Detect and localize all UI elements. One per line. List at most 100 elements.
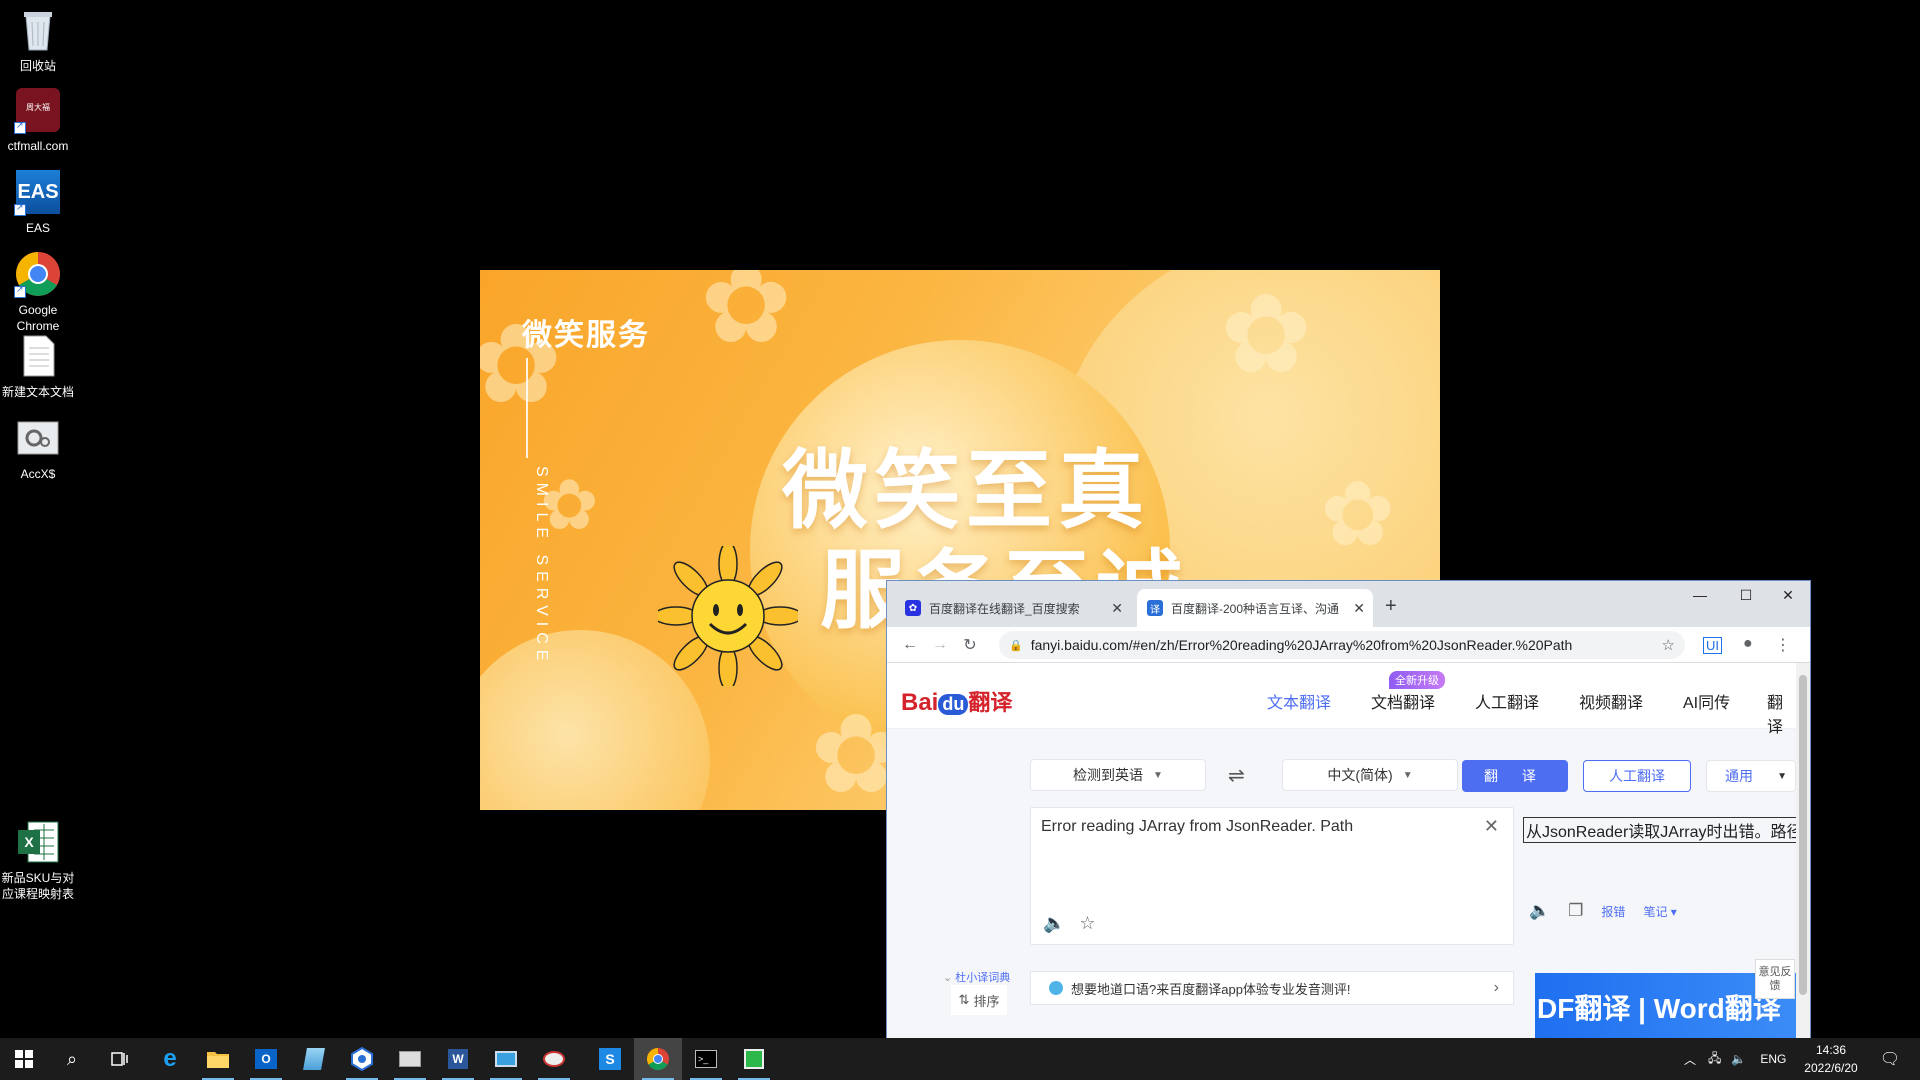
task-view-icon[interactable] [96,1038,144,1080]
desktop-icon-text-document[interactable]: 新建文本文档 [0,332,76,400]
network-app-icon[interactable] [338,1038,386,1080]
profile-icon[interactable]: ● [1743,635,1753,653]
chevron-up-icon[interactable]: ︿ [1684,1051,1696,1068]
clear-icon[interactable]: ✕ [1484,816,1499,837]
source-tools: 🔈 ☆ [1043,913,1096,934]
nav-text-translate[interactable]: 文本翻译 [1267,689,1331,713]
address-bar[interactable]: 🔒 fanyi.baidu.com/#en/zh/Error%20reading… [999,631,1685,659]
baidu-translate-logo[interactable]: Bai du 翻译 [901,685,1012,717]
chrome-icon [14,250,62,298]
notification-center-icon[interactable]: 🗨 [1866,1038,1914,1080]
maximize-button[interactable]: ☐ [1723,587,1769,604]
notes-link[interactable]: 笔记 ▾ [1643,903,1676,920]
lock-icon: 🔒 [1009,639,1023,652]
nav-video-translate[interactable]: 视频翻译 [1579,689,1643,713]
volume-icon[interactable]: 🔈 [1731,1052,1746,1066]
windows-start-icon[interactable] [0,1038,48,1080]
snipping-icon[interactable] [386,1038,434,1080]
system-clock[interactable]: 14:36 2022/6/20 [1796,1041,1866,1077]
logo-fy: 翻译 [968,690,1013,715]
new-tab-button[interactable]: + [1385,595,1397,618]
tab-baidu-search[interactable]: ✿ 百度翻译在线翻译_百度搜索 ✕ [895,589,1131,627]
svg-text:X: X [24,834,34,850]
desktop-icon-accx[interactable]: AccX$ [0,414,76,482]
domain-select[interactable]: 通用 ▼ [1706,760,1796,792]
domain-label: 通用 [1725,768,1753,784]
extension-icon[interactable]: UI [1703,637,1722,654]
poster-divider [526,358,528,458]
desktop-icon-recycle-bin[interactable]: 回收站 [0,6,76,74]
remote-desktop-icon[interactable] [482,1038,530,1080]
media-player-icon[interactable] [730,1038,778,1080]
desktop-icon-excel[interactable]: X 新品SKU与对应课程映射表 [0,818,76,902]
tab-strip: ✿ 百度翻译在线翻译_百度搜索 ✕ 译 百度翻译-200种语言互译、沟通 ✕ +… [887,581,1810,627]
page-scrollbar[interactable] [1796,663,1810,1039]
source-language-label: 检测到英语 [1073,767,1144,783]
close-tab-icon[interactable]: ✕ [1111,600,1123,617]
flower-decoration-icon: ✿ [1220,273,1313,396]
terminal-icon[interactable]: >_ [682,1038,730,1080]
report-error-link[interactable]: 报错 [1601,903,1625,920]
system-tray: ︿ 🖧 🔈 ENG [1684,1038,1786,1080]
target-language-select[interactable]: 中文(简体) ▼ [1282,759,1458,791]
network-icon[interactable]: 🖧 [1708,1049,1721,1070]
flower-decoration-icon: ✿ [1320,465,1396,565]
input-language-indicator[interactable]: ENG [1760,1052,1786,1066]
desktop-icon-ctfmall[interactable]: 周大福 ctfmall.com [0,86,76,154]
nav-human-translate[interactable]: 人工翻译 [1475,689,1539,713]
human-translate-button[interactable]: 人工翻译 [1583,760,1691,792]
back-icon[interactable]: ← [895,636,925,654]
notepad-icon[interactable] [290,1038,338,1080]
speaker-icon[interactable]: 🔈 [1043,913,1065,934]
tab-baidu-translate[interactable]: 译 百度翻译-200种语言互译、沟通 ✕ [1137,589,1373,627]
promo-text: 想要地道口语?来百度翻译app体验专业发音测评! [1071,981,1351,997]
promo-bar[interactable]: 想要地道口语?来百度翻译app体验专业发音测评! › [1030,971,1514,1005]
close-window-button[interactable]: ✕ [1765,587,1810,604]
translate-button[interactable]: 翻 译 [1462,760,1568,792]
copy-icon[interactable]: ❐ [1568,901,1583,921]
chrome-window[interactable]: ✿ 百度翻译在线翻译_百度搜索 ✕ 译 百度翻译-200种语言互译、沟通 ✕ +… [886,580,1811,1040]
forward-icon[interactable]: → [925,636,955,654]
source-language-select[interactable]: 检测到英语 ▼ [1030,759,1206,791]
nav-more[interactable]: 翻译 [1767,689,1797,737]
favorite-star-icon[interactable]: ☆ [1079,913,1095,934]
speaker-icon[interactable]: 🔈 [1529,901,1550,921]
ie-icon[interactable]: e [146,1038,194,1080]
s-app-icon[interactable]: S [586,1038,634,1080]
nav-doc-translate[interactable]: 文档翻译 [1371,689,1435,713]
reload-icon[interactable]: ↻ [955,635,985,655]
chevron-down-icon: ▼ [1153,769,1163,781]
minimize-button[interactable]: — [1677,587,1723,603]
dictionary-label[interactable]: ⌄ 杜小译词典 [943,969,1010,985]
chevron-down-icon: ⌄ [943,972,953,984]
menu-icon[interactable]: ⋮ [1775,635,1791,655]
swap-languages-icon[interactable]: ⇌ [1228,763,1245,788]
eas-icon: EAS [14,168,62,216]
paint-icon[interactable] [530,1038,578,1080]
baidu-translate-icon: 译 [1147,600,1163,616]
nav-ai-interpret[interactable]: AI同传 [1683,689,1730,713]
chevron-down-icon: ▼ [1402,769,1413,781]
file-explorer-icon[interactable] [194,1038,242,1080]
word-icon[interactable]: W [434,1038,482,1080]
recycle-bin-icon [14,6,62,54]
desktop-icon-chrome[interactable]: Google Chrome [0,250,76,334]
scrollbar-thumb[interactable] [1799,675,1807,995]
search-icon[interactable]: ⌕ [48,1038,96,1080]
desktop-icon-label: 回收站 [19,59,56,73]
promo-icon [1049,981,1063,995]
taskbar: ⌕ e O W S >_ ︿ 🖧 🔈 ENG 14:36 2022/6/20 🗨 [0,1038,1920,1080]
close-tab-icon[interactable]: ✕ [1353,600,1365,617]
feedback-button[interactable]: 意见反馈 [1755,959,1795,999]
bookmark-star-icon[interactable]: ☆ [1662,636,1675,654]
outlook-icon[interactable]: O [242,1038,290,1080]
target-text: 从JsonReader读取JArray时出错。路径 [1523,817,1806,843]
source-text-area[interactable]: Error reading JArray from JsonReader. Pa… [1030,807,1514,945]
excel-icon: X [14,818,62,866]
desktop-icon-eas[interactable]: EAS EAS [0,168,76,236]
desktop-icon-label: 新品SKU与对应课程映射表 [1,871,75,901]
dictionary-label-text: 杜小译词典 [955,972,1011,984]
target-text-area: 从JsonReader读取JArray时出错。路径 🔈 ❐ 报错 笔记 ▾ [1515,807,1806,945]
sort-button[interactable]: ⇅ 排序 [951,985,1007,1015]
chrome-taskbar-icon[interactable] [634,1038,682,1080]
